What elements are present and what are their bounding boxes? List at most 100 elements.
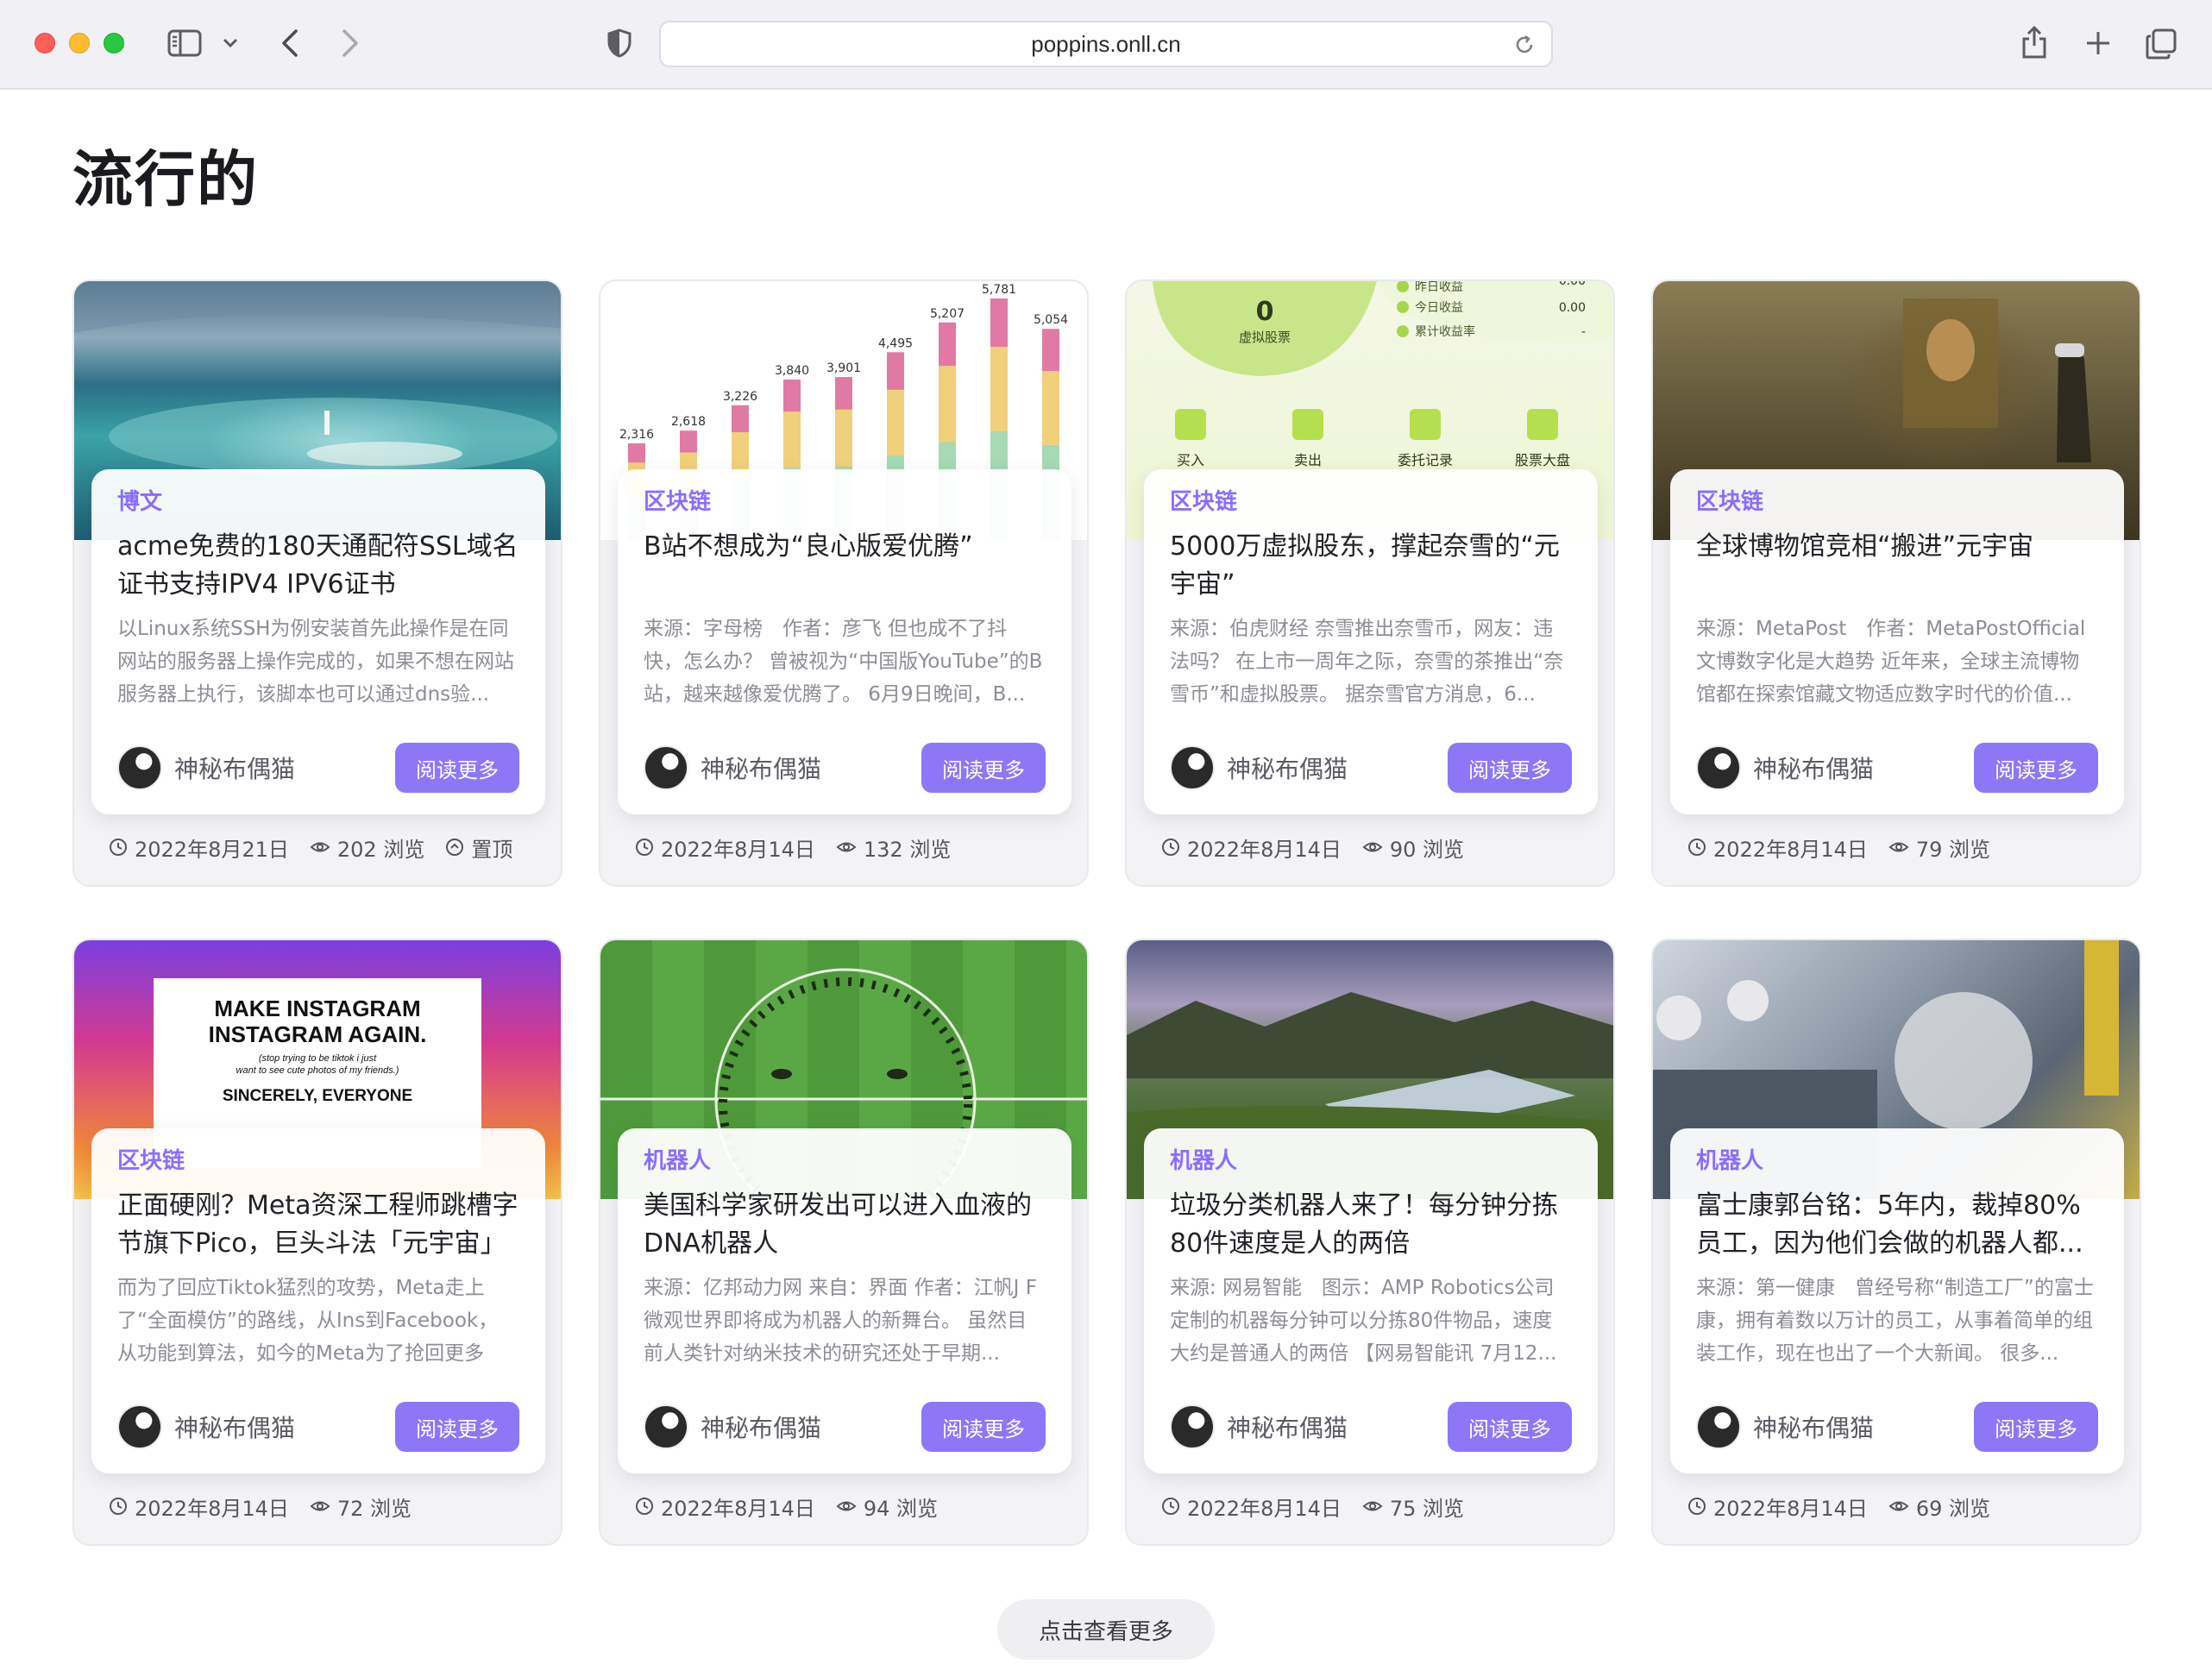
stat-row-label: 今日收益 xyxy=(1415,301,1463,315)
bar-segment xyxy=(990,347,1008,431)
card-title[interactable]: 美国科学家研发出可以进入血液的DNA机器人 xyxy=(644,1187,1046,1263)
bar-value-label: 3,226 xyxy=(723,390,757,404)
read-more-button[interactable]: 阅读更多 xyxy=(395,1402,519,1452)
card-category[interactable]: 区块链 xyxy=(644,487,1046,518)
bar-value-label: 2,316 xyxy=(619,428,654,442)
read-more-button[interactable]: 阅读更多 xyxy=(395,743,519,793)
card-title[interactable]: 全球博物馆竞相“搬进”元宇宙 xyxy=(1696,528,2098,604)
view-count: 94 浏览 xyxy=(863,1496,939,1521)
minimize-window-button[interactable] xyxy=(69,33,90,53)
forward-icon[interactable] xyxy=(333,26,368,60)
clock-icon xyxy=(1162,838,1179,856)
post-date: 2022年8月14日 xyxy=(1713,1496,1868,1521)
date-item: 2022年8月14日 xyxy=(1161,832,1342,863)
card-title[interactable]: 正面硬刚？Meta资深工程师跳槽字节旗下Pico，巨头斗法「元宇宙」 xyxy=(117,1187,519,1263)
post-date: 2022年8月14日 xyxy=(1187,837,1342,862)
article-card[interactable]: 机器人 富士康郭台铭：5年内，裁掉80%员工，因为他们会做的机器人都... 来源… xyxy=(1651,939,2141,1546)
card-category[interactable]: 博文 xyxy=(117,487,519,518)
privacy-shield-icon[interactable] xyxy=(604,28,635,59)
avatar[interactable] xyxy=(644,745,688,790)
avatar[interactable] xyxy=(117,1404,162,1449)
read-more-button[interactable]: 阅读更多 xyxy=(1974,1402,2098,1452)
card-category[interactable]: 区块链 xyxy=(1696,487,2098,518)
avatar[interactable] xyxy=(1170,1404,1215,1449)
card-panel: 机器人 富士康郭台铭：5年内，裁掉80%员工，因为他们会做的机器人都... 来源… xyxy=(1670,1128,2124,1473)
share-icon[interactable] xyxy=(2017,22,2052,62)
date-item: 2022年8月14日 xyxy=(1687,1492,1868,1522)
read-more-button[interactable]: 阅读更多 xyxy=(1448,743,1572,793)
card-category[interactable]: 机器人 xyxy=(644,1146,1046,1177)
card-panel: 区块链 5000万虚拟股东，撑起奈雪的“元宇宙” 来源：伯虎财经 奈雪推出奈雪币… xyxy=(1144,469,1598,814)
load-more-button[interactable]: 点击查看更多 xyxy=(997,1599,1215,1660)
date-item: 2022年8月14日 xyxy=(635,1492,815,1522)
reload-icon[interactable] xyxy=(1513,34,1536,56)
read-more-button[interactable]: 阅读更多 xyxy=(1448,1402,1572,1452)
author-name[interactable]: 神秘布偶猫 xyxy=(174,1410,395,1444)
author-name[interactable]: 神秘布偶猫 xyxy=(1227,1410,1448,1444)
bar-segment xyxy=(680,430,697,453)
clock-icon xyxy=(1162,1498,1179,1515)
view-count: 90 浏览 xyxy=(1389,837,1465,862)
tab-overview-icon[interactable] xyxy=(2143,26,2179,62)
avatar[interactable] xyxy=(1696,1404,1741,1449)
clock-icon xyxy=(110,838,127,856)
view-count: 79 浏览 xyxy=(1915,837,1991,862)
card-category[interactable]: 机器人 xyxy=(1696,1146,2098,1177)
bar-value-label: 5,054 xyxy=(1034,313,1068,327)
card-title[interactable]: 垃圾分类机器人来了！每分钟分拣80件速度是人的两倍 xyxy=(1170,1187,1572,1263)
zoom-window-button[interactable] xyxy=(104,33,124,53)
read-more-button[interactable]: 阅读更多 xyxy=(1974,743,2098,793)
views-item: 132 浏览 xyxy=(836,832,951,863)
article-card[interactable]: 2,316 2,618 3,226 3,840 3,901 4,495 5,207 5,781… xyxy=(599,280,1089,887)
views-item: 75 浏览 xyxy=(1362,1492,1464,1522)
card-category[interactable]: 区块链 xyxy=(117,1146,519,1177)
avatar[interactable] xyxy=(1696,745,1741,790)
article-card[interactable]: 区块链 全球博物馆竞相“搬进”元宇宙 来源：MetaPost 作者：MetaPo… xyxy=(1651,280,2141,887)
view-count: 75 浏览 xyxy=(1389,1496,1465,1521)
chevron-down-icon[interactable] xyxy=(219,31,242,55)
date-item: 2022年8月21日 xyxy=(109,832,289,863)
card-description: 来源：伯虎财经 奈雪推出奈雪币，网友：违法吗？ 在上市一周年之际，奈雪的茶推出“… xyxy=(1170,618,1564,706)
card-category[interactable]: 区块链 xyxy=(1170,487,1572,518)
author-name[interactable]: 神秘布偶猫 xyxy=(701,751,921,785)
app-action-label: 委托记录 xyxy=(1398,452,1453,468)
article-card[interactable]: 0 虚拟股票 昨日收益 今日收益 累计收益率 0.00 0.00 - 买入 卖出… xyxy=(1125,280,1615,887)
eye-icon xyxy=(836,842,857,852)
card-title[interactable]: 5000万虚拟股东，撑起奈雪的“元宇宙” xyxy=(1170,528,1572,604)
address-bar[interactable]: poppins.onll.cn xyxy=(659,21,1553,67)
post-date: 2022年8月14日 xyxy=(661,1496,815,1521)
article-card[interactable]: 机器人 垃圾分类机器人来了！每分钟分拣80件速度是人的两倍 来源: 网易智能 图… xyxy=(1125,939,1615,1546)
card-title[interactable]: B站不想成为“良心版爱优腾” xyxy=(644,528,1046,604)
card-title[interactable]: acme免费的180天通配符SSL域名证书支持IPV4 IPV6证书 xyxy=(117,528,519,604)
avatar[interactable] xyxy=(1170,745,1215,790)
close-window-button[interactable] xyxy=(35,33,55,53)
author-name[interactable]: 神秘布偶猫 xyxy=(701,1410,921,1444)
views-item: 90 浏览 xyxy=(1362,832,1464,863)
bar-segment xyxy=(887,389,904,456)
article-card[interactable]: MAKE INSTAGRAM INSTAGRAM AGAIN. (stop tr… xyxy=(72,939,562,1546)
author-name[interactable]: 神秘布偶猫 xyxy=(174,751,395,785)
card-meta: 2022年8月14日 90 浏览 xyxy=(1161,830,1485,864)
read-more-button[interactable]: 阅读更多 xyxy=(921,1402,1046,1452)
article-card[interactable]: 博文 acme免费的180天通配符SSL域名证书支持IPV4 IPV6证书 以L… xyxy=(72,280,562,887)
back-icon[interactable] xyxy=(273,26,307,60)
author-name[interactable]: 神秘布偶猫 xyxy=(1753,751,1974,785)
author-name[interactable]: 神秘布偶猫 xyxy=(1227,751,1448,785)
bar-segment xyxy=(887,352,904,390)
card-author-row: 神秘布偶猫 阅读更多 xyxy=(117,1401,519,1453)
card-category[interactable]: 机器人 xyxy=(1170,1146,1572,1177)
avatar[interactable] xyxy=(644,1404,688,1449)
card-title[interactable]: 富士康郭台铭：5年内，裁掉80%员工，因为他们会做的机器人都... xyxy=(1696,1187,2098,1263)
article-card[interactable]: 机器人 美国科学家研发出可以进入血液的DNA机器人 来源：亿邦动力网 来自：界面… xyxy=(599,939,1089,1546)
card-author-row: 神秘布偶猫 阅读更多 xyxy=(1696,742,2098,794)
card-panel: 博文 acme免费的180天通配符SSL域名证书支持IPV4 IPV6证书 以L… xyxy=(91,469,545,814)
browser-toolbar: poppins.onll.cn xyxy=(0,0,2212,90)
read-more-button[interactable]: 阅读更多 xyxy=(921,743,1046,793)
pin-icon xyxy=(446,838,464,856)
card-description: 来源: 网易智能 图示：AMP Robotics公司定制的机器每分钟可以分拣80… xyxy=(1170,1277,1557,1365)
new-tab-icon[interactable] xyxy=(2081,26,2115,60)
app-action-label: 股票大盘 xyxy=(1515,452,1570,468)
author-name[interactable]: 神秘布偶猫 xyxy=(1753,1410,1974,1444)
sidebar-icon[interactable] xyxy=(166,28,204,59)
avatar[interactable] xyxy=(117,745,162,790)
